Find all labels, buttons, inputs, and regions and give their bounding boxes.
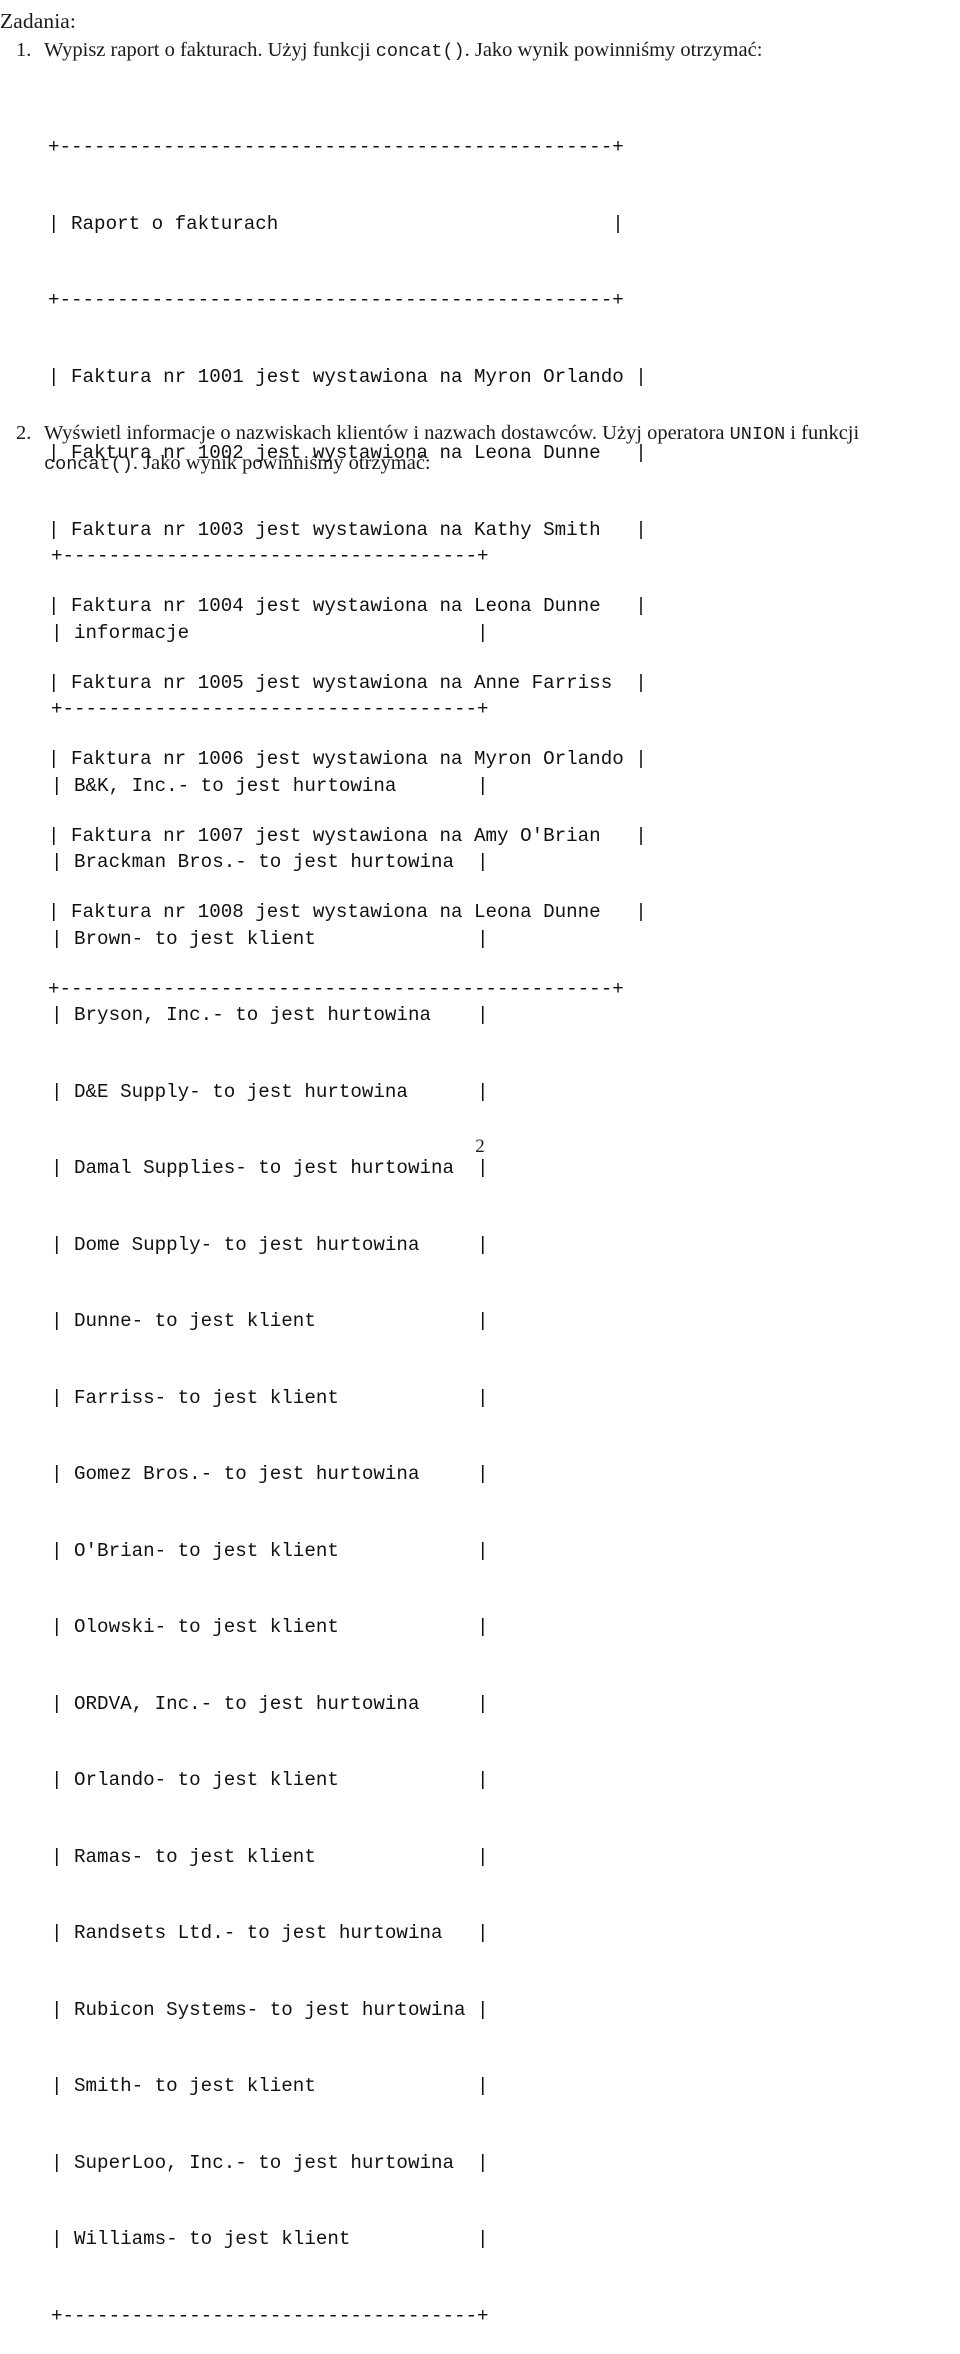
- task-1-text-b: . Jako wynik powinniśmy otrzymać:: [464, 39, 763, 61]
- task-2-text: Wyświetl informacje o nazwiskach klientó…: [44, 419, 960, 479]
- task-2-line-1: Wyświetl informacje o nazwiskach klientó…: [44, 419, 960, 449]
- task-2-marker: 2.: [16, 422, 32, 444]
- table-border-top: +------------------------------------+: [51, 545, 489, 567]
- table-row: | Rubicon Systems- to jest hurtowina |: [51, 1998, 489, 2021]
- table-row: | B&K, Inc.- to jest hurtowina |: [51, 774, 489, 797]
- task-2-text-b: i funkcji: [785, 422, 860, 444]
- task-item-1: 1. Wypisz raport o fakturach. Użyj funkc…: [0, 36, 960, 66]
- task-2-code-union: UNION: [729, 424, 786, 445]
- table-row: | Farriss- to jest klient |: [51, 1386, 489, 1409]
- table-row: | Ramas- to jest klient |: [51, 1845, 489, 1868]
- table-row: | Dome Supply- to jest hurtowina |: [51, 1233, 489, 1256]
- table-header-row: | Raport o fakturach |: [48, 212, 624, 235]
- task-2-text-a: Wyświetl informacje o nazwiskach klientó…: [44, 422, 730, 444]
- table-row: | Brown- to jest klient |: [51, 927, 489, 950]
- table-row: | SuperLoo, Inc.- to jest hurtowina |: [51, 2151, 489, 2174]
- table-border-mid: +------------------------------------+: [51, 698, 489, 720]
- table-header-row: | informacje |: [51, 621, 489, 644]
- table-border-mid: +---------------------------------------…: [48, 289, 624, 311]
- table-row: | ORDVA, Inc.- to jest hurtowina |: [51, 1692, 489, 1715]
- task-1-text: Wypisz raport o fakturach. Użyj funkcji …: [44, 36, 960, 66]
- table-row: | Gomez Bros.- to jest hurtowina |: [51, 1463, 489, 1485]
- task-2-line-2: concat(). Jako wynik powinniśmy otrzymać…: [44, 449, 960, 479]
- task-2-text-c: . Jako wynik powinniśmy otrzymać:: [132, 452, 431, 474]
- table-row: | Brackman Bros.- to jest hurtowina |: [51, 851, 489, 873]
- task-item-2: 2. Wyświetl informacje o nazwiskach klie…: [0, 419, 960, 479]
- info-ascii-table: +------------------------------------+ |…: [51, 493, 489, 2354]
- table-row: | Faktura nr 1001 jest wystawiona na Myr…: [48, 365, 647, 388]
- task-1-text-a: Wypisz raport o fakturach. Użyj funkcji: [44, 39, 376, 61]
- table-border-top: +---------------------------------------…: [48, 136, 624, 158]
- table-row: | Randsets Ltd.- to jest hurtowina |: [51, 1922, 489, 1944]
- task-1-code-concat: concat(): [375, 41, 465, 62]
- page-number: 2: [475, 1136, 485, 1157]
- table-row: | Bryson, Inc.- to jest hurtowina |: [51, 1004, 489, 1026]
- task-1-line-1: Wypisz raport o fakturach. Użyj funkcji …: [44, 36, 960, 66]
- page-title: Zadania:: [0, 9, 77, 33]
- task-2-code-concat: concat(): [44, 454, 133, 475]
- table-row: | Orlando- to jest klient |: [51, 1769, 489, 1791]
- task-1-marker: 1.: [16, 39, 32, 61]
- table-row: | Damal Supplies- to jest hurtowina |: [51, 1157, 489, 1179]
- table-border-bottom: +------------------------------------+: [51, 2304, 489, 2327]
- table-row: | Smith- to jest klient |: [51, 2075, 489, 2097]
- table-row: | O'Brian- to jest klient |: [51, 1539, 489, 1562]
- document-page: Zadania: 1. Wypisz raport o fakturach. U…: [0, 0, 960, 2327]
- table-row: | Dunne- to jest klient |: [51, 1310, 489, 1332]
- table-row: | Olowski- to jest klient |: [51, 1616, 489, 1638]
- table-row: | D&E Supply- to jest hurtowina |: [51, 1080, 489, 1103]
- table-row: | Williams- to jest klient |: [51, 2228, 489, 2250]
